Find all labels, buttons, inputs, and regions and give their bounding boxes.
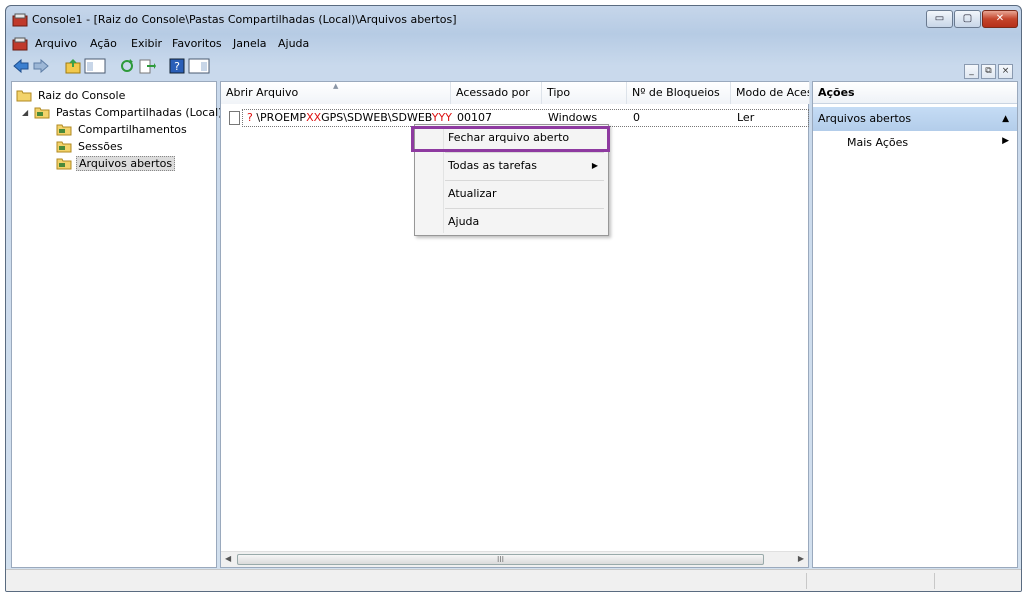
- refresh-icon[interactable]: [118, 57, 136, 75]
- mmc-app-icon: [12, 13, 28, 27]
- menu-item-label: Todas as tarefas: [448, 159, 537, 172]
- scroll-left-icon[interactable]: ◀: [225, 554, 231, 563]
- tree-label-sessoes: Sessões: [78, 139, 123, 153]
- menu-bar: Arquivo Ação Exibir Favoritos Janela Aju…: [6, 34, 1021, 79]
- menu-arquivo[interactable]: Arquivo: [35, 37, 77, 50]
- tree-label-shared-folders: Pastas Compartilhadas (Local): [56, 105, 223, 119]
- submenu-arrow-icon: ▶: [591, 161, 598, 170]
- menu-favoritos[interactable]: Favoritos: [172, 37, 222, 50]
- console-tree-pane: Raiz do Console ◢ Pastas Compartilhadas …: [11, 81, 222, 568]
- scroll-thumb[interactable]: III: [237, 554, 764, 565]
- scroll-right-icon[interactable]: ▶: [798, 554, 804, 563]
- title-bar[interactable]: Console1 - [Raiz do Console\Pastas Compa…: [6, 6, 1021, 34]
- sort-ascending-icon: ▲: [333, 82, 339, 90]
- collapse-triangle-icon[interactable]: ◢: [22, 108, 32, 117]
- actions-group-arquivos-abertos[interactable]: Arquivos abertos ▲: [813, 107, 1017, 131]
- cell-locks: 0: [633, 111, 640, 124]
- status-divider: [806, 573, 807, 589]
- column-label-acessado-por: Acessado por: [456, 86, 530, 99]
- scroll-grip: III: [496, 555, 505, 564]
- menu-item-label: Ajuda: [448, 215, 480, 228]
- window-title: Console1 - [Raiz do Console\Pastas Compa…: [32, 13, 457, 26]
- tree-node-shared-folders[interactable]: ◢ Pastas Compartilhadas (Local): [22, 104, 224, 120]
- cell-accessed-by: 00107: [457, 111, 492, 124]
- column-label-tipo: Tipo: [547, 86, 571, 99]
- close-icon: ✕: [995, 13, 1005, 24]
- path-prefix: \PROEMP: [256, 111, 307, 124]
- maximize-icon: ▢: [962, 13, 973, 24]
- open-files-folder-icon: [56, 158, 72, 169]
- minimize-icon: ▭: [934, 13, 945, 24]
- column-header-acessado-por[interactable]: Acessado por: [451, 82, 542, 104]
- cell-type: Windows: [548, 111, 598, 124]
- list-header-row: Abrir Arquivo ▲ Acessado por Tipo Nº de …: [221, 82, 810, 104]
- toolbar: ?: [6, 54, 1021, 78]
- back-icon[interactable]: [12, 57, 30, 75]
- tree-node-root[interactable]: Raiz do Console: [16, 87, 127, 103]
- sessions-folder-icon: [56, 141, 72, 152]
- minimize-button[interactable]: ▭: [926, 10, 953, 28]
- file-icon: [229, 111, 240, 125]
- column-label-abrir-arquivo: Abrir Arquivo: [226, 86, 299, 99]
- column-header-abrir-arquivo[interactable]: Abrir Arquivo ▲: [221, 82, 451, 104]
- column-header-tipo[interactable]: Tipo: [542, 82, 627, 104]
- menu-item-label: Atualizar: [448, 187, 497, 200]
- forward-icon[interactable]: [32, 57, 50, 75]
- unknown-file-question-mark: ?: [247, 111, 253, 124]
- folder-icon: [16, 90, 32, 101]
- actions-group-label: Arquivos abertos: [818, 112, 912, 125]
- up-folder-icon[interactable]: [64, 57, 82, 75]
- actions-pane: Ações Arquivos abertos ▲ Mais Ações ▶: [812, 81, 1018, 568]
- column-label-modo-acesso: Modo de Aces: [736, 86, 810, 99]
- actions-header: Ações: [813, 82, 1017, 104]
- menu-item-todas-as-tarefas[interactable]: Todas as tarefas ▶: [415, 153, 608, 179]
- show-hide-action-pane-icon[interactable]: [188, 57, 210, 75]
- collapse-caret-icon[interactable]: ▲: [1002, 107, 1009, 131]
- path-placeholder-yyyy: YYYY: [431, 111, 452, 124]
- tree-label-root: Raiz do Console: [38, 88, 126, 102]
- mmc-window: Console1 - [Raiz do Console\Pastas Compa…: [5, 5, 1022, 592]
- menu-item-ajuda[interactable]: Ajuda: [415, 209, 608, 235]
- status-bar: [6, 569, 1021, 591]
- annotation-highlight-box: [411, 126, 610, 152]
- menu-ajuda[interactable]: Ajuda: [278, 37, 309, 50]
- export-list-icon[interactable]: [138, 57, 156, 75]
- tree-node-sessoes[interactable]: Sessões: [56, 138, 124, 154]
- svg-text:?: ?: [174, 60, 180, 73]
- shared-folder-icon: [34, 107, 50, 118]
- column-header-bloqueios[interactable]: Nº de Bloqueios: [627, 82, 731, 104]
- menu-exibir[interactable]: Exibir: [131, 37, 162, 50]
- column-header-modo-acesso[interactable]: Modo de Aces: [731, 82, 810, 104]
- maximize-button[interactable]: ▢: [954, 10, 981, 28]
- action-mais-acoes[interactable]: Mais Ações: [847, 136, 908, 149]
- tree-label-arquivos-abertos: Arquivos abertos: [76, 155, 176, 171]
- close-button[interactable]: ✕: [982, 10, 1018, 28]
- help-icon[interactable]: ?: [168, 57, 186, 75]
- submenu-arrow-icon[interactable]: ▶: [1002, 136, 1009, 146]
- menu-item-atualizar[interactable]: Atualizar: [415, 181, 608, 207]
- status-divider: [934, 573, 935, 589]
- horizontal-scrollbar[interactable]: ◀ III ▶: [221, 551, 808, 567]
- console-menu-icon[interactable]: [12, 37, 28, 51]
- path-middle: GPS\SDWEB\SDWEB: [321, 111, 432, 124]
- menu-acao[interactable]: Ação: [90, 37, 117, 50]
- show-hide-tree-icon[interactable]: [84, 57, 106, 75]
- tree-label-compartilhamentos: Compartilhamentos: [78, 122, 187, 136]
- shares-folder-icon: [56, 124, 72, 135]
- tree-node-arquivos-abertos[interactable]: Arquivos abertos: [56, 155, 176, 171]
- menu-janela[interactable]: Janela: [233, 37, 267, 50]
- cell-mode: Ler: [737, 111, 755, 124]
- column-label-bloqueios: Nº de Bloqueios: [632, 86, 720, 99]
- tree-node-compartilhamentos[interactable]: Compartilhamentos: [56, 121, 189, 137]
- path-placeholder-xx: XX: [306, 111, 322, 124]
- cell-open-file: ? \PROEMPXXGPS\SDWEB\SDWEBYYYY: [247, 111, 452, 125]
